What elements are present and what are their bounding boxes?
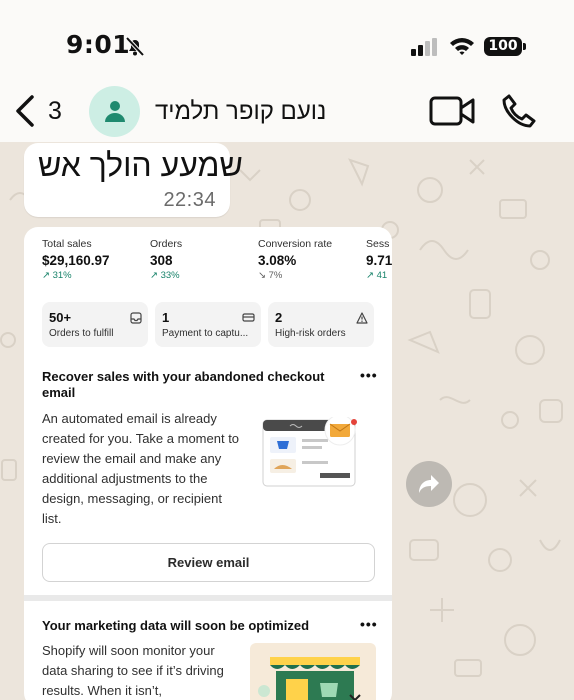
wifi-icon [449, 36, 475, 61]
chat-header: 3 נועם קופר תלמיד [0, 82, 574, 142]
trend-up-icon: ↗ [366, 270, 377, 281]
battery-tip [523, 43, 526, 50]
phone-icon[interactable] [501, 93, 537, 134]
metrics-row: Total sales $29,160.97 ↗ 31% Orders 308 … [24, 227, 392, 287]
video-camera-icon[interactable] [429, 94, 475, 133]
message-time: 22:34 [163, 189, 216, 211]
metric-value: 3.08% [258, 253, 297, 268]
forward-arrow-icon [419, 475, 439, 493]
marketing-data-title: Your marketing data will soon be optimiz… [42, 618, 310, 633]
avatar[interactable] [89, 86, 140, 137]
trend-up-icon: ↗ [150, 270, 161, 281]
metric-value: 9.71 [366, 253, 392, 268]
abandoned-checkout-body: An automated email is already created fo… [42, 411, 240, 526]
stat-value: 1 [162, 310, 170, 325]
metric-sessions: Sess 9.71 ↗ 41 [366, 238, 392, 281]
clock: 9:01 [66, 30, 131, 59]
message-bubble[interactable]: שמעע הולך אש 22:34 [24, 143, 243, 217]
status-bar: 9:01 100 [0, 0, 574, 82]
stat-orders-to-fulfill: 50+ Orders to fulfill [42, 302, 148, 347]
more-options-icon[interactable]: ••• [360, 616, 378, 632]
metric-change: ↗ 31% [42, 270, 72, 281]
stat-label: Payment to captu... [162, 328, 249, 339]
section-divider [24, 595, 392, 601]
unread-count[interactable]: 3 [48, 97, 62, 126]
inbox-icon [130, 311, 142, 329]
metric-total-sales: Total sales $29,160.97 ↗ 31% [42, 238, 110, 281]
storefront-illustration-icon [250, 643, 376, 700]
payment-icon [242, 311, 255, 329]
metric-value: $29,160.97 [42, 253, 110, 268]
metric-change: ↗ 41 [366, 270, 388, 281]
metric-label: Total sales [42, 238, 92, 250]
bell-slash-icon [124, 35, 146, 62]
marketing-data-body: Shopify will soon monitor your data shar… [42, 643, 224, 698]
metric-conversion-rate: Conversion rate 3.08% ↘ 7% [258, 238, 332, 281]
metric-orders: Orders 308 ↗ 33% [150, 238, 182, 281]
message-text: שמעע הולך אש [38, 147, 243, 183]
stat-label: High-risk orders [275, 328, 346, 339]
email-illustration-icon [260, 414, 364, 494]
image-message[interactable]: Total sales $29,160.97 ↗ 31% Orders 308 … [24, 227, 392, 700]
metric-value: 308 [150, 253, 173, 268]
chevron-left-icon[interactable] [12, 94, 38, 133]
stat-value: 2 [275, 310, 283, 325]
metric-change: ↗ 33% [150, 270, 180, 281]
warning-icon [356, 311, 368, 329]
stat-payment-to-capture: 1 Payment to captu... [155, 302, 261, 347]
more-options-icon[interactable]: ••• [360, 367, 378, 383]
metric-label: Orders [150, 238, 183, 250]
stat-label: Orders to fulfill [49, 328, 114, 339]
metric-label: Conversion rate [258, 238, 333, 250]
signal-icon [411, 38, 439, 61]
review-email-button[interactable]: Review email [42, 543, 375, 582]
metric-change: ↘ 7% [258, 270, 283, 281]
trend-up-icon: ↗ [42, 270, 53, 281]
metric-label: Sess [366, 238, 390, 250]
battery-icon: 100 [484, 37, 522, 56]
stat-value: 50+ [49, 310, 72, 325]
person-icon [105, 101, 125, 122]
forward-button[interactable] [406, 461, 452, 507]
abandoned-checkout-title: Recover sales with your abandoned checko… [42, 369, 325, 400]
trend-down-icon: ↘ [258, 270, 269, 281]
stat-high-risk-orders: 2 High-risk orders [268, 302, 374, 347]
contact-name[interactable]: נועם קופר תלמיד [155, 98, 326, 126]
